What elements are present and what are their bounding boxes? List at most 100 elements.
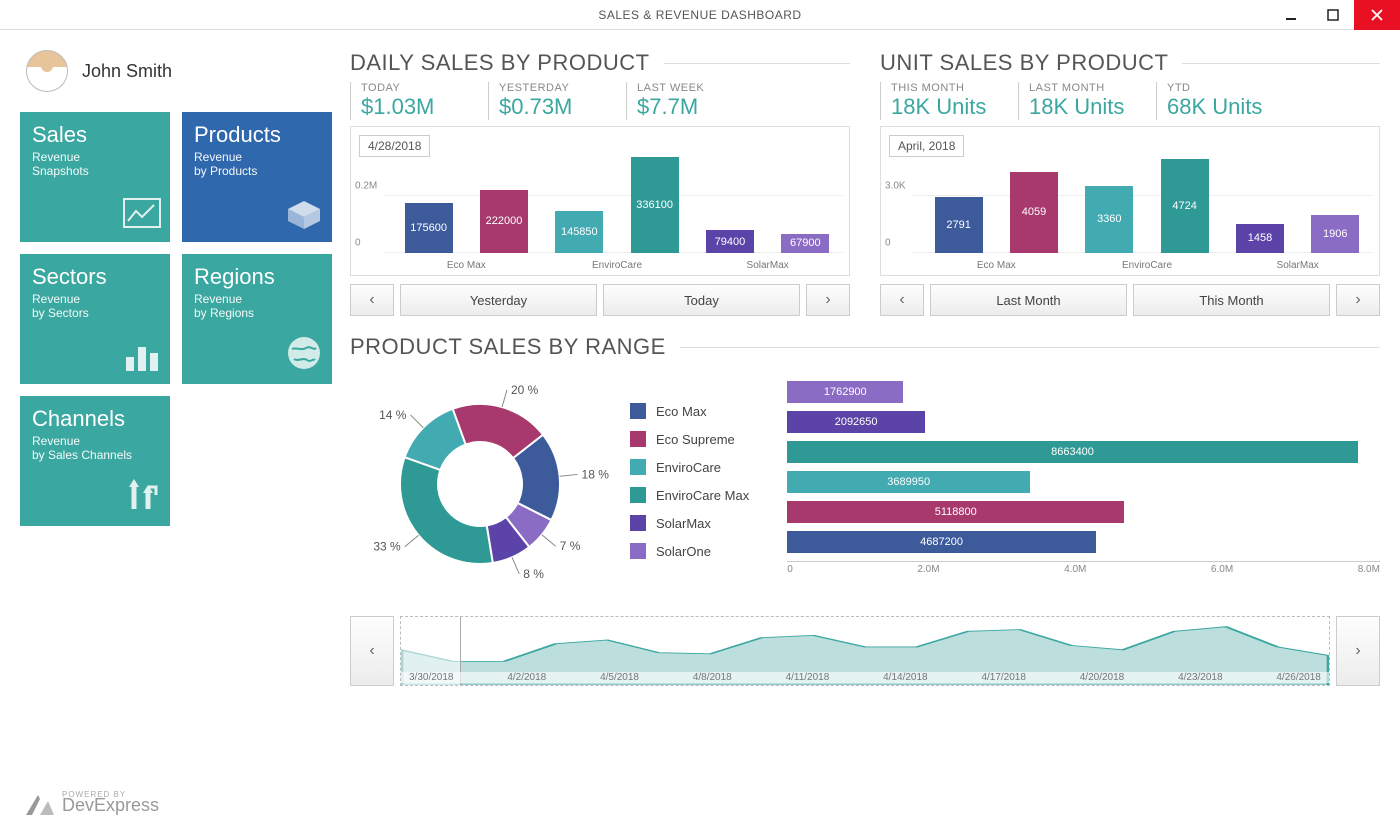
window-close-button[interactable] [1354, 0, 1400, 30]
kpi: YTD68K Units [1156, 82, 1276, 120]
tile-title: Sales [32, 122, 158, 148]
legend-label: SolarOne [656, 544, 711, 559]
user-name: John Smith [82, 61, 172, 82]
kpi: YESTERDAY$0.73M [488, 82, 608, 120]
donut-label: 8 % [523, 567, 544, 581]
range-legend: Eco Max Eco Supreme EnviroCare EnviroCare M… [630, 403, 749, 559]
bar: 222000 [480, 190, 528, 253]
kpi-label: YTD [1167, 82, 1276, 94]
daily-panel: DAILY SALES BY PRODUCT TODAY$1.03M YESTER… [350, 50, 850, 316]
hbar: 8663400 [787, 441, 1358, 463]
user-block: John Smith [26, 50, 350, 92]
legend-item: SolarOne [630, 543, 749, 559]
window-minimize-button[interactable] [1270, 0, 1312, 30]
growth-icon [122, 197, 162, 236]
tile-products[interactable]: Products Revenueby Products [182, 112, 332, 242]
daily-today-button[interactable]: Today [603, 284, 800, 316]
tile-sales[interactable]: Sales RevenueSnapshots [20, 112, 170, 242]
tile-regions[interactable]: Regions Revenueby Regions [182, 254, 332, 384]
bar: 145850 [555, 211, 603, 253]
hbar: 4687200 [787, 531, 1096, 553]
brand-logo: POWERED BYDevExpress [26, 790, 159, 816]
kpi-value: 18K Units [891, 94, 1000, 120]
kpi: THIS MONTH18K Units [880, 82, 1000, 120]
kpi-label: YESTERDAY [499, 82, 608, 94]
daily-title: DAILY SALES BY PRODUCT [350, 50, 650, 76]
timeline-next-button[interactable]: › [1336, 616, 1380, 686]
legend-swatch [630, 403, 646, 419]
donut-slice [400, 457, 493, 564]
legend-label: EnviroCare Max [656, 488, 749, 503]
hbar: 1762900 [787, 381, 903, 403]
bar: 79400 [706, 230, 754, 253]
tile-subtitle: Revenueby Sectors [32, 292, 158, 320]
timeline-range-selector[interactable]: 3/30/2018 4/2/2018 4/5/2018 4/8/2018 4/11/20… [400, 616, 1330, 686]
main-content: DAILY SALES BY PRODUCT TODAY$1.03M YESTER… [350, 50, 1380, 820]
units-prev-button[interactable]: ‹ [880, 284, 924, 316]
daily-yesterday-button[interactable]: Yesterday [400, 284, 597, 316]
tile-channels[interactable]: Channels Revenueby Sales Channels [20, 396, 170, 526]
timeline-date: 4/5/2018 [600, 672, 639, 683]
kpi: TODAY$1.03M [350, 82, 470, 120]
x-axis-label: 8.0M [1358, 564, 1380, 575]
tile-title: Regions [194, 264, 320, 290]
units-panel: UNIT SALES BY PRODUCT THIS MONTH18K Unit… [880, 50, 1380, 316]
hbar: 2092650 [787, 411, 925, 433]
donut-label: 14 % [379, 408, 407, 422]
donut-label: 7 % [560, 539, 581, 553]
tile-subtitle: RevenueSnapshots [32, 150, 158, 178]
donut-label: 20 % [511, 383, 539, 397]
tile-title: Products [194, 122, 320, 148]
legend-label: EnviroCare [656, 460, 721, 475]
timeline-date: 3/30/2018 [409, 672, 454, 683]
bar: 1906 [1311, 215, 1359, 253]
range-donut-chart: 20 %18 %7 %8 %33 %14 % [350, 366, 610, 596]
timeline-date: 4/2/2018 [507, 672, 546, 683]
legend-swatch [630, 459, 646, 475]
legend-swatch [630, 431, 646, 447]
timeline-date: 4/11/2018 [786, 672, 830, 683]
x-axis-label: SolarMax [1222, 260, 1373, 271]
kpi-value: $7.7M [637, 94, 746, 120]
kpi: LAST MONTH18K Units [1018, 82, 1138, 120]
daily-next-button[interactable]: › [806, 284, 850, 316]
tile-sectors[interactable]: Sectors Revenueby Sectors [20, 254, 170, 384]
timeline-date: 4/17/2018 [981, 672, 1026, 683]
box-icon [284, 197, 324, 236]
legend-label: Eco Supreme [656, 432, 735, 447]
kpi: LAST WEEK$7.7M [626, 82, 746, 120]
timeline-date: 4/23/2018 [1178, 672, 1223, 683]
legend-swatch [630, 515, 646, 531]
units-thismonth-button[interactable]: This Month [1133, 284, 1330, 316]
x-axis-label: EnviroCare [1072, 260, 1223, 271]
range-panel: PRODUCT SALES BY RANGE 20 %18 %7 %8 %33 … [350, 334, 1380, 596]
kpi-label: LAST WEEK [637, 82, 746, 94]
bar: 4724 [1161, 159, 1209, 253]
arrows-icon [122, 475, 162, 520]
bar: 2791 [935, 197, 983, 253]
x-axis-label: SolarMax [692, 260, 843, 271]
bar: 4059 [1010, 172, 1058, 253]
units-next-button[interactable]: › [1336, 284, 1380, 316]
x-axis-label: 0 [787, 564, 793, 575]
range-title: PRODUCT SALES BY RANGE [350, 334, 666, 360]
legend-item: Eco Supreme [630, 431, 749, 447]
legend-item: EnviroCare Max [630, 487, 749, 503]
window-maximize-button[interactable] [1312, 0, 1354, 30]
legend-swatch [630, 543, 646, 559]
x-axis-label: Eco Max [391, 260, 542, 271]
tile-subtitle: Revenueby Sales Channels [32, 434, 158, 462]
timeline-date: 4/14/2018 [883, 672, 928, 683]
kpi-value: $1.03M [361, 94, 470, 120]
hbar: 5118800 [787, 501, 1124, 523]
timeline-prev-button[interactable]: ‹ [350, 616, 394, 686]
units-lastmonth-button[interactable]: Last Month [930, 284, 1127, 316]
legend-item: Eco Max [630, 403, 749, 419]
timeline-date: 4/8/2018 [693, 672, 732, 683]
daily-prev-button[interactable]: ‹ [350, 284, 394, 316]
timeline-row: ‹ 3/30/2018 4/2/2018 4/5/2018 4/8/2018 4/11/… [350, 616, 1380, 686]
timeline-date: 4/20/2018 [1080, 672, 1125, 683]
bar: 175600 [405, 203, 453, 253]
donut-label: 18 % [582, 467, 610, 481]
bar: 3360 [1085, 186, 1133, 253]
